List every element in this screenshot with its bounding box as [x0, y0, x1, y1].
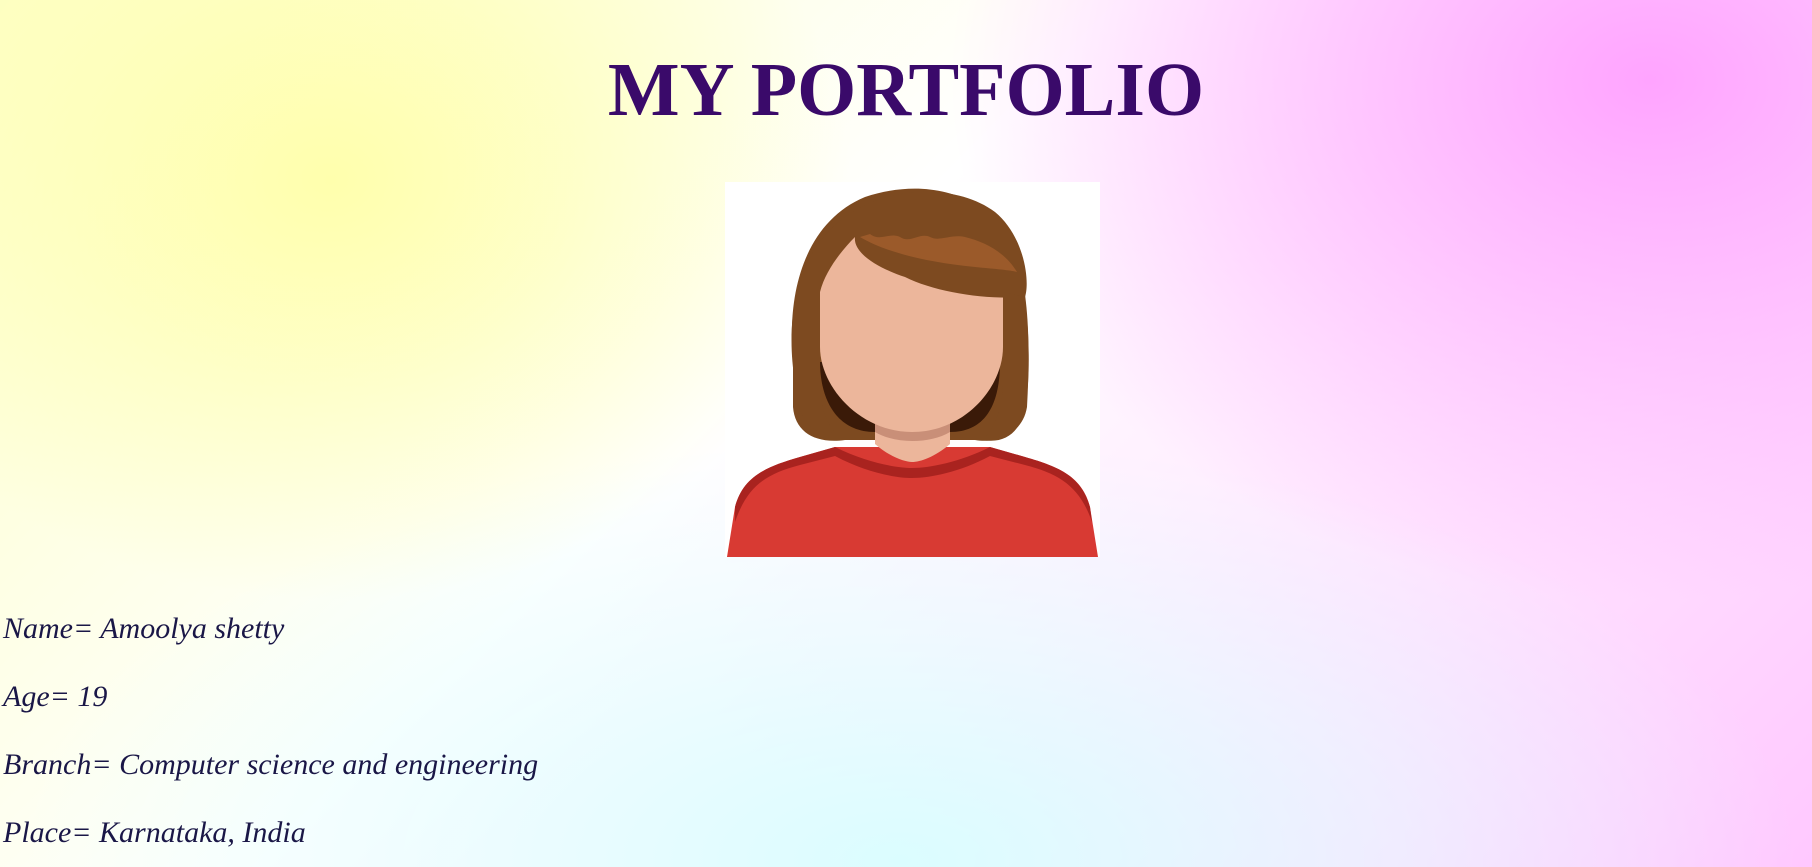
detail-place: Place= Karnataka, India — [3, 816, 306, 850]
detail-branch: Branch= Computer science and engineering — [3, 748, 538, 782]
detail-age-value: 19 — [77, 680, 108, 713]
detail-branch-label: Branch= — [3, 748, 112, 781]
detail-place-label: Place= — [3, 816, 92, 849]
detail-age: Age= 19 — [3, 680, 107, 714]
detail-place-value: Karnataka, India — [99, 816, 306, 849]
page-title: MY PORTFOLIO — [607, 48, 1205, 132]
detail-age-label: Age= — [3, 680, 70, 713]
profile-picture — [725, 182, 1100, 557]
detail-branch-value: Computer science and engineering — [119, 748, 539, 781]
detail-name: Name= Amoolya shetty — [3, 612, 284, 646]
detail-name-value: Amoolya shetty — [100, 612, 285, 645]
detail-name-label: Name= — [3, 612, 94, 645]
female-avatar-icon — [727, 188, 1098, 557]
